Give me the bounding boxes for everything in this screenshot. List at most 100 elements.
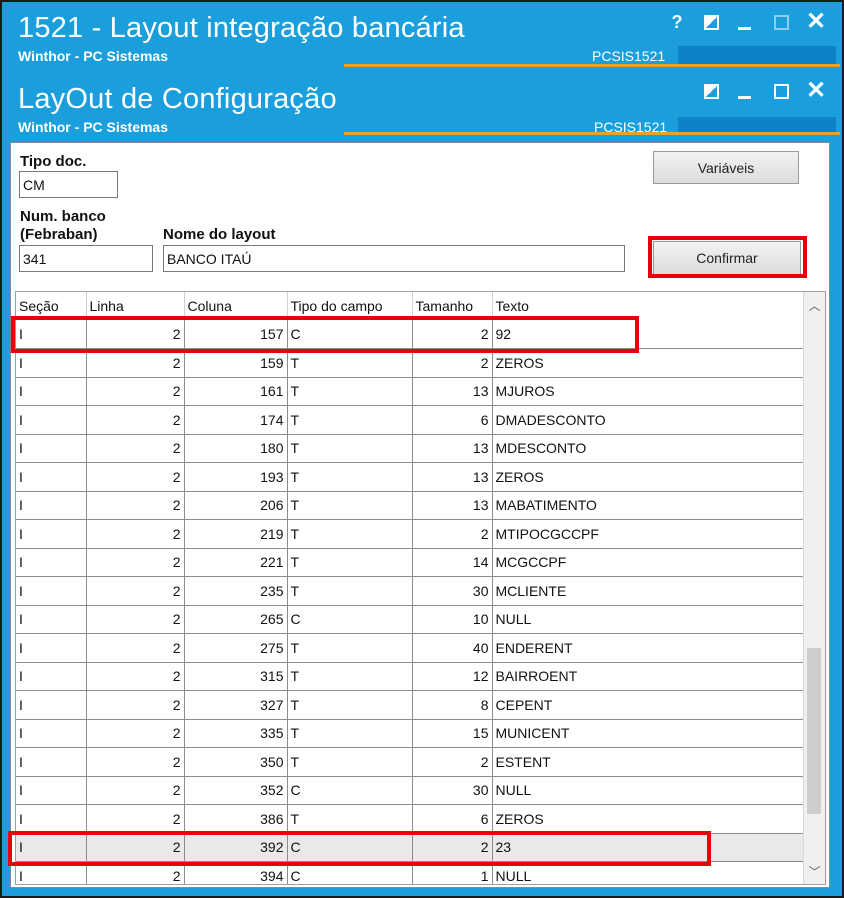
table-row[interactable]: I 2 350 T 2 ESTENT <box>16 747 806 777</box>
cell-texto[interactable]: NULL <box>492 605 806 634</box>
cell-coluna[interactable]: 157 <box>184 320 288 349</box>
cell-linha[interactable]: 2 <box>86 690 185 720</box>
cell-tamanho[interactable]: 2 <box>412 833 493 862</box>
cell-linha[interactable]: 2 <box>86 662 185 691</box>
cell-linha[interactable]: 2 <box>86 605 185 634</box>
cell-tipo-campo[interactable]: T <box>287 576 413 606</box>
cell-secao[interactable]: I <box>16 633 87 663</box>
cell-texto[interactable]: MABATIMENTO <box>492 491 806 520</box>
layout-grid[interactable]: Seção Linha Coluna Tipo do campo Tamanho… <box>15 291 826 885</box>
cell-tamanho[interactable]: 8 <box>412 690 493 720</box>
cell-linha[interactable]: 2 <box>86 548 185 577</box>
cell-texto[interactable]: ENDERENT <box>492 633 806 663</box>
column-header-secao[interactable]: Seção <box>16 292 87 320</box>
cell-texto[interactable]: NULL <box>492 776 806 805</box>
cell-texto[interactable]: 92 <box>492 320 806 349</box>
cell-tipo-campo[interactable]: T <box>287 434 413 463</box>
cell-secao[interactable]: I <box>16 719 87 748</box>
cell-linha[interactable]: 2 <box>86 405 185 435</box>
column-header-texto[interactable]: Texto <box>492 292 806 320</box>
cell-tipo-campo[interactable]: C <box>287 861 413 884</box>
table-row[interactable]: I 2 206 T 13 MABATIMENTO <box>16 491 806 520</box>
cell-texto[interactable]: MDESCONTO <box>492 434 806 463</box>
table-row[interactable]: I 2 221 T 14 MCGCCPF <box>16 548 806 577</box>
cell-tamanho[interactable]: 2 <box>412 320 493 349</box>
cell-secao[interactable]: I <box>16 662 87 691</box>
cell-tipo-campo[interactable]: T <box>287 405 413 435</box>
cell-secao[interactable]: I <box>16 462 87 492</box>
cell-coluna[interactable]: 315 <box>184 662 288 691</box>
cell-tamanho[interactable]: 15 <box>412 719 493 748</box>
cell-coluna[interactable]: 193 <box>184 462 288 492</box>
table-row[interactable]: I 2 327 T 8 CEPENT <box>16 690 806 720</box>
cell-tamanho[interactable]: 1 <box>412 861 493 884</box>
cell-secao[interactable]: I <box>16 519 87 549</box>
cell-tipo-campo[interactable]: T <box>287 462 413 492</box>
cell-secao[interactable]: I <box>16 576 87 606</box>
cell-coluna[interactable]: 219 <box>184 519 288 549</box>
cell-texto[interactable]: ZEROS <box>492 348 806 378</box>
cell-linha[interactable]: 2 <box>86 576 185 606</box>
cell-secao[interactable]: I <box>16 690 87 720</box>
nome-layout-field[interactable] <box>163 245 625 272</box>
cell-tamanho[interactable]: 2 <box>412 519 493 549</box>
cell-tamanho[interactable]: 14 <box>412 548 493 577</box>
cell-coluna[interactable]: 221 <box>184 548 288 577</box>
cell-tipo-campo[interactable]: T <box>287 804 413 834</box>
cell-tamanho[interactable]: 13 <box>412 377 493 406</box>
cell-coluna[interactable]: 275 <box>184 633 288 663</box>
cell-texto[interactable]: MCGCCPF <box>492 548 806 577</box>
cell-secao[interactable]: I <box>16 491 87 520</box>
cell-coluna[interactable]: 180 <box>184 434 288 463</box>
minimize-icon[interactable] <box>733 80 755 102</box>
table-row[interactable]: I 2 159 T 2 ZEROS <box>16 348 806 378</box>
restore-icon[interactable] <box>700 11 722 33</box>
table-row[interactable]: I 2 157 C 2 92 <box>16 320 806 349</box>
cell-secao[interactable]: I <box>16 320 87 349</box>
cell-coluna[interactable]: 335 <box>184 719 288 748</box>
cell-coluna[interactable]: 206 <box>184 491 288 520</box>
table-row[interactable]: I 2 219 T 2 MTIPOCGCCPF <box>16 519 806 549</box>
cell-coluna[interactable]: 235 <box>184 576 288 606</box>
cell-secao[interactable]: I <box>16 434 87 463</box>
close-icon[interactable]: ✕ <box>805 10 827 34</box>
cell-secao[interactable]: I <box>16 776 87 805</box>
cell-texto[interactable]: MUNICENT <box>492 719 806 748</box>
cell-tipo-campo[interactable]: C <box>287 605 413 634</box>
cell-texto[interactable]: MJUROS <box>492 377 806 406</box>
table-row[interactable]: I 2 392 C 2 23 <box>16 833 806 862</box>
cell-coluna[interactable]: 352 <box>184 776 288 805</box>
cell-secao[interactable]: I <box>16 861 87 884</box>
cell-tipo-campo[interactable]: T <box>287 719 413 748</box>
cell-tamanho[interactable]: 30 <box>412 776 493 805</box>
table-row[interactable]: I 2 235 T 30 MCLIENTE <box>16 576 806 606</box>
cell-coluna[interactable]: 392 <box>184 833 288 862</box>
cell-tamanho[interactable]: 2 <box>412 348 493 378</box>
cell-linha[interactable]: 2 <box>86 377 185 406</box>
cell-texto[interactable]: MCLIENTE <box>492 576 806 606</box>
cell-secao[interactable]: I <box>16 833 87 862</box>
cell-linha[interactable]: 2 <box>86 633 185 663</box>
cell-tamanho[interactable]: 13 <box>412 434 493 463</box>
cell-coluna[interactable]: 159 <box>184 348 288 378</box>
cell-texto[interactable]: ZEROS <box>492 462 806 492</box>
cell-tipo-campo[interactable]: C <box>287 833 413 862</box>
cell-tipo-campo[interactable]: T <box>287 348 413 378</box>
restore-icon[interactable] <box>700 80 722 102</box>
cell-tamanho[interactable]: 13 <box>412 491 493 520</box>
table-row[interactable]: I 2 352 C 30 NULL <box>16 776 806 805</box>
maximize-icon[interactable] <box>770 11 792 33</box>
cell-tamanho[interactable]: 12 <box>412 662 493 691</box>
cell-texto[interactable]: ZEROS <box>492 804 806 834</box>
cell-linha[interactable]: 2 <box>86 861 185 884</box>
variaveis-button[interactable]: Variáveis <box>653 151 799 184</box>
tipo-doc-field[interactable] <box>19 171 118 198</box>
scroll-down-icon[interactable]: ﹀ <box>804 861 825 881</box>
cell-texto[interactable]: MTIPOCGCCPF <box>492 519 806 549</box>
cell-tipo-campo[interactable]: T <box>287 747 413 777</box>
table-row[interactable]: I 2 386 T 6 ZEROS <box>16 804 806 834</box>
cell-texto[interactable]: 23 <box>492 833 806 862</box>
column-header-coluna[interactable]: Coluna <box>184 292 288 320</box>
cell-tipo-campo[interactable]: C <box>287 320 413 349</box>
cell-linha[interactable]: 2 <box>86 747 185 777</box>
